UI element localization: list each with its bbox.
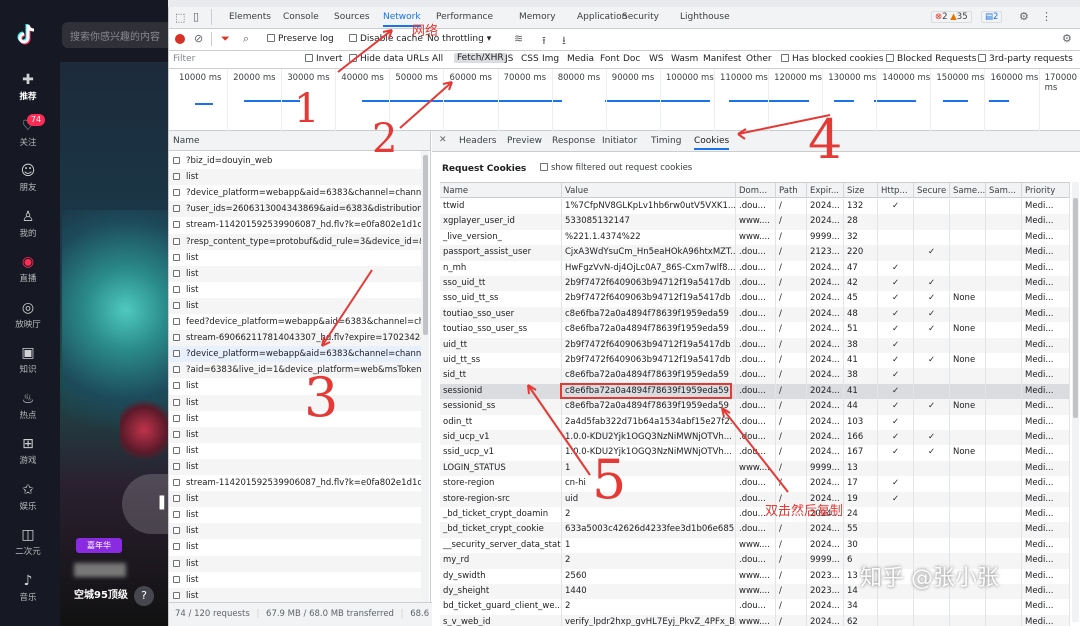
annotation-step-4: 4 <box>808 108 843 171</box>
annotation-arrow <box>527 384 591 476</box>
annotation-step-1: 1 <box>294 86 320 132</box>
zhihu-watermark: 知乎 @张小张 <box>860 566 999 591</box>
annotation-network: 网络 <box>412 24 439 39</box>
annotation-copy-hint: 双击然后复制 <box>765 504 844 519</box>
annotation-arrow <box>721 407 789 493</box>
annotation-step-5: 5 <box>592 448 627 511</box>
annotation-step-3: 3 <box>304 366 339 429</box>
annotation-step-2: 2 <box>372 116 398 162</box>
annotation-arrow <box>337 29 393 73</box>
annotation-overlay <box>321 29 831 493</box>
annotation-arrow <box>399 81 453 129</box>
annotation-arrow <box>321 269 373 347</box>
